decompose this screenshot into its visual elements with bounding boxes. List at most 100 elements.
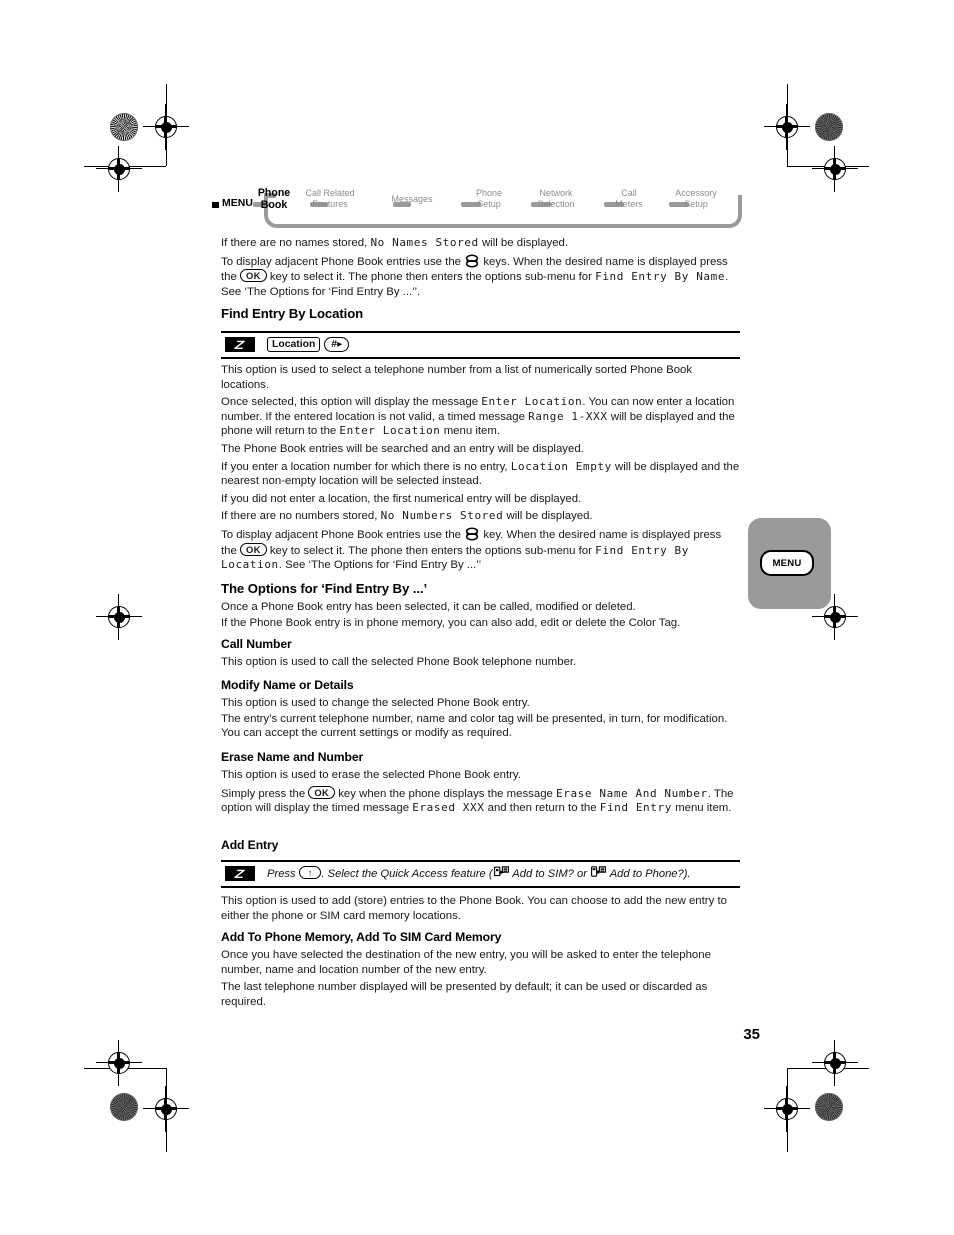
menu-node-label-line1: Accessory (675, 188, 717, 198)
add-to-memory-paragraph-1: Once you have selected the destination o… (221, 949, 711, 976)
ok-key-icon: OK (308, 785, 336, 799)
heading-add-to-phone-memory: Add To Phone Memory, Add To SIM Card Mem… (221, 930, 502, 944)
menu-node-label-line2: Features (312, 198, 348, 209)
menu-node-network-selection[interactable]: Network Selection (518, 188, 594, 209)
quick-access-bolt-icon: Z (225, 337, 255, 352)
p4-text-a: If you enter a location number for which… (221, 460, 511, 473)
lcd-location-empty: Location Empty (510, 459, 612, 473)
options-paragraph-1: Once a Phone Book entry has been selecte… (221, 601, 636, 613)
hash-key-pill[interactable]: #▸ (324, 337, 350, 352)
menu-node-phone-setup[interactable]: Phone Setup (451, 188, 527, 209)
quick-access-bolt-icon: Z (225, 866, 255, 881)
erase-p2-text-a: Simply press the (221, 787, 309, 800)
lcd-no-names-stored: No Names Stored (370, 236, 479, 249)
ok-key-icon: OK (240, 542, 267, 556)
erase-p2-text-b: key when the phone displays the message (335, 787, 557, 800)
find-location-paragraph-4: If you enter a location number for which… (221, 460, 740, 489)
p6-text-a: If there are no numbers stored, (221, 510, 381, 523)
heading-add-entry: Add Entry (221, 838, 279, 852)
find-location-paragraph-5: If you did not enter a location, the fir… (221, 492, 582, 505)
tip-text-b: . Select the Quick Access feature ( (321, 868, 493, 880)
erase-name-body: This option is used to erase the selecte… (221, 768, 740, 816)
heading-options-for-find-entry-by: The Options for ‘Find Entry By ...’ (221, 581, 428, 596)
menu-node-label-line1: Network (539, 188, 573, 198)
menu-node-label-line2: Setup (684, 198, 708, 209)
menu-node-label-line2: Selection (537, 198, 575, 209)
modify-name-body: This option is used to change the select… (221, 696, 740, 741)
find-location-paragraph-2: Once selected, this option will display … (221, 395, 740, 439)
erase-name-paragraph-2: Simply press the OK key when the phone d… (221, 785, 740, 816)
find-location-paragraph-3: The Phone Book entries will be searched … (221, 442, 584, 455)
intro-p2-text-a: To display adjacent Phone Book entries u… (221, 255, 465, 268)
menu-node-label-line1: Messages (391, 194, 433, 204)
find-location-body: This option is used to select a telephon… (221, 363, 740, 573)
menu-node-label-line2: Meters (615, 198, 643, 209)
modify-name-paragraph-1: This option is used to change the select… (221, 697, 530, 709)
find-location-paragraph-1: This option is used to select a telephon… (221, 364, 693, 391)
quick-access-tip-add-entry: Z Press ↑. Select the Quick Access featu… (221, 862, 740, 886)
scroll-keys-icon (465, 254, 479, 268)
menu-thumb-tab-label: MENU (760, 550, 814, 576)
p7-text-a: To display adjacent Phone Book entries u… (221, 528, 465, 541)
p7-text-d: . See ‘The Options for ‘Find Entry By ..… (278, 559, 482, 572)
menu-node-label-line1: Call Related (305, 188, 355, 198)
p7-text-c: key to select it. The phone then enters … (266, 544, 596, 557)
options-body: Once a Phone Book entry has been selecte… (221, 600, 740, 630)
heading-call-number: Call Number (221, 637, 292, 651)
quick-access-tip-add-entry-text: Press ↑. Select the Quick Access feature… (267, 866, 691, 882)
up-key-icon: ↑ (298, 866, 322, 879)
lcd-erase-name-and-number: Erase Name And Number (556, 786, 708, 800)
menu-node-accessory-setup[interactable]: Accessory Setup (658, 188, 734, 209)
tipbar-rule-bottom-add-entry (221, 886, 740, 889)
options-paragraph-2: If the Phone Book entry is in phone memo… (221, 616, 681, 629)
quick-access-tip-location-text: Location #▸ (267, 337, 350, 353)
add-to-sim-icon (493, 866, 509, 879)
intro-paragraph-1: If there are no names stored, No Names S… (221, 236, 740, 251)
add-entry-paragraph-1: This option is used to add (store) entri… (221, 895, 727, 922)
p2-text-d: menu item. (440, 425, 501, 438)
find-location-paragraph-7: To display adjacent Phone Book entries u… (221, 527, 740, 573)
manual-page: MENU Phone Book Call Related Features Me… (0, 0, 954, 1235)
p6-text-b: will be displayed. (503, 510, 593, 523)
call-number-paragraph-1: This option is used to call the selected… (221, 656, 577, 668)
heading-erase-name-and-number: Erase Name and Number (221, 750, 364, 764)
add-to-memory-body: Once you have selected the destination o… (221, 948, 740, 1009)
lcd-find-entry-by-name: Find Entry By Name (595, 270, 726, 284)
scroll-keys-icon (465, 527, 479, 541)
menu-node-messages[interactable]: Messages (374, 194, 450, 205)
erase-p2-text-d: and then return to the (484, 802, 600, 815)
heading-modify-name-or-details: Modify Name or Details (221, 678, 354, 692)
page-number: 35 (743, 1026, 760, 1043)
intro-block: If there are no names stored, No Names S… (221, 236, 740, 299)
add-entry-body: This option is used to add (store) entri… (221, 894, 740, 923)
erase-name-paragraph-1: This option is used to erase the selecte… (221, 769, 521, 781)
lcd-erased-xxx: Erased XXX (412, 801, 485, 815)
lcd-find-entry: Find Entry (599, 801, 672, 815)
intro-p1-text-a: If there are no names stored, (221, 237, 371, 249)
lcd-no-numbers-stored: No Numbers Stored (380, 509, 504, 523)
lcd-enter-location-1: Enter Location (481, 395, 583, 409)
call-number-body: This option is used to call the selected… (221, 655, 740, 670)
add-to-phone-icon (591, 866, 606, 879)
intro-paragraph-2: To display adjacent Phone Book entries u… (221, 254, 740, 300)
heading-find-entry-by-location: Find Entry By Location (221, 306, 364, 321)
menu-map-breadcrumb: MENU Phone Book Call Related Features Me… (212, 187, 742, 233)
tip-text-d: Add to Phone?). (607, 868, 691, 880)
intro-p1-text-b: will be displayed. (478, 237, 569, 249)
modify-name-paragraph-2: The entry’s current telephone number, na… (221, 712, 728, 740)
menu-root-marker-icon (212, 202, 219, 208)
quick-access-tip-location: Z Location #▸ (221, 333, 740, 357)
ok-key-icon: OK (240, 269, 267, 283)
menu-node-call-related-features[interactable]: Call Related Features (292, 188, 368, 209)
intro-p2-text-c: key to select it. The phone then enters … (266, 271, 596, 284)
lcd-enter-location-2: Enter Location (339, 424, 441, 438)
menu-node-call-meters[interactable]: Call Meters (591, 188, 667, 209)
p2-text-a: Once selected, this option will display … (221, 396, 482, 409)
menu-node-label-line1: Phone (475, 188, 503, 198)
menu-node-label-line2: Setup (477, 198, 501, 209)
menu-thumb-tab[interactable]: MENU (748, 518, 831, 609)
tipbar-rule-bottom-location (221, 357, 740, 359)
add-to-memory-paragraph-2: The last telephone number displayed will… (221, 981, 708, 1008)
location-chip-label[interactable]: Location (267, 337, 321, 352)
lcd-range-1-xxx: Range 1-XXX (528, 409, 608, 423)
